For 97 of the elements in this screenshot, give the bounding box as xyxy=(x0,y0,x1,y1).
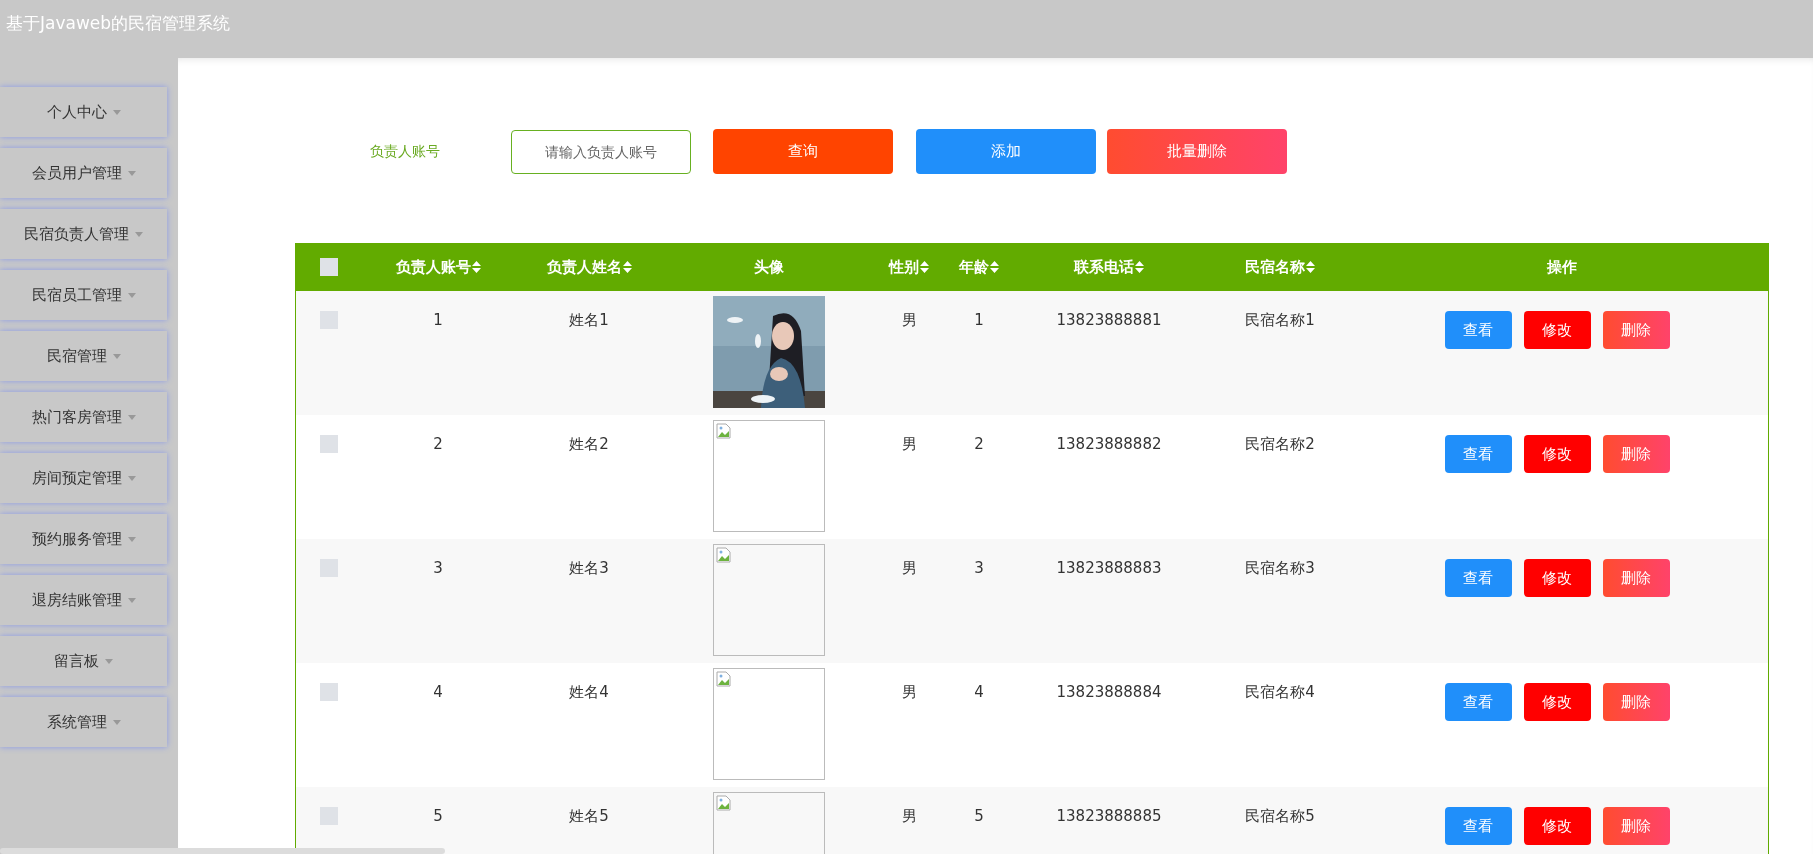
caret-icon xyxy=(127,414,136,420)
table-cell: 5 xyxy=(433,807,443,825)
checkbox[interactable] xyxy=(320,807,338,825)
table-cell: 民宿名称4 xyxy=(1245,683,1315,702)
scrollbar[interactable] xyxy=(0,848,445,854)
table-cell: 民宿名称1 xyxy=(1245,311,1315,330)
column-header[interactable]: 操作 xyxy=(1547,257,1577,277)
sort-icon xyxy=(1306,261,1315,273)
table-cell: 1 xyxy=(433,311,443,329)
table-cell: 男 xyxy=(901,807,917,826)
action-button[interactable]: 修改 xyxy=(1523,807,1591,845)
table-cell: 1 xyxy=(974,311,984,329)
checkbox[interactable] xyxy=(320,683,338,701)
action-button[interactable]: 查看 xyxy=(1444,311,1512,349)
action-button[interactable]: 查看 xyxy=(1444,559,1512,597)
sidebar-item[interactable]: 会员用户管理 xyxy=(0,148,167,198)
table-cell: 13823888882 xyxy=(1056,435,1162,453)
column-header[interactable]: 性别 xyxy=(889,257,929,277)
table-cell: 3 xyxy=(433,559,443,577)
action-button[interactable]: 修改 xyxy=(1523,559,1591,597)
caret-icon xyxy=(127,170,136,176)
table-cell: 男 xyxy=(901,559,917,578)
caret-icon xyxy=(127,292,136,298)
table-cell: 民宿名称3 xyxy=(1245,559,1315,578)
table-cell: 姓名2 xyxy=(569,435,609,454)
column-header[interactable]: 民宿名称 xyxy=(1245,257,1315,277)
caret-icon xyxy=(112,353,121,359)
table-cell: 5 xyxy=(974,807,984,825)
checkbox[interactable] xyxy=(320,311,338,329)
toolbar-button[interactable]: 查询 xyxy=(713,129,893,174)
action-button[interactable]: 删除 xyxy=(1602,683,1670,721)
sidebar-item[interactable]: 留言板 xyxy=(0,636,167,686)
action-button[interactable]: 查看 xyxy=(1444,807,1512,845)
column-header[interactable]: 年龄 xyxy=(959,257,999,277)
column-header[interactable]: 头像 xyxy=(754,257,784,277)
caret-icon xyxy=(127,536,136,542)
broken-image-icon xyxy=(716,671,732,687)
caret-icon xyxy=(112,719,121,725)
action-button[interactable]: 修改 xyxy=(1523,311,1591,349)
caret-icon xyxy=(112,109,121,115)
action-button[interactable]: 删除 xyxy=(1602,311,1670,349)
table-cell: 4 xyxy=(974,683,984,701)
column-header[interactable]: 联系电话 xyxy=(1074,257,1144,277)
caret-icon xyxy=(127,597,136,603)
table-cell: 男 xyxy=(901,683,917,702)
table-cell: 男 xyxy=(901,311,917,330)
sort-icon xyxy=(471,261,481,273)
sidebar-item[interactable]: 民宿管理 xyxy=(0,331,167,381)
table-cell: 民宿名称5 xyxy=(1245,807,1315,826)
caret-icon xyxy=(135,231,143,237)
checkbox[interactable] xyxy=(320,435,338,453)
sort-icon xyxy=(1135,261,1144,273)
column-header[interactable]: 负责人姓名 xyxy=(546,257,632,277)
broken-image-icon xyxy=(716,547,732,563)
sort-icon xyxy=(990,261,999,273)
table-cell: 3 xyxy=(974,559,984,577)
action-button[interactable]: 修改 xyxy=(1523,683,1591,721)
table-cell: 男 xyxy=(901,435,917,454)
sort-icon xyxy=(622,261,632,273)
table-cell: 13823888884 xyxy=(1056,683,1162,701)
broken-image-icon xyxy=(716,795,732,811)
sidebar-item[interactable]: 民宿负责人管理 xyxy=(0,209,167,259)
action-button[interactable]: 修改 xyxy=(1523,435,1591,473)
sort-icon xyxy=(920,261,929,273)
checkbox[interactable] xyxy=(320,559,338,577)
table-cell: 姓名4 xyxy=(569,683,609,702)
table-cell: 2 xyxy=(974,435,984,453)
action-button[interactable]: 删除 xyxy=(1602,559,1670,597)
sidebar-item[interactable]: 退房结账管理 xyxy=(0,575,167,625)
table-cell: 4 xyxy=(433,683,443,701)
table-cell: 13823888881 xyxy=(1056,311,1162,329)
sidebar-item[interactable]: 预约服务管理 xyxy=(0,514,167,564)
table-cell: 13823888883 xyxy=(1056,559,1162,577)
action-button[interactable]: 查看 xyxy=(1444,435,1512,473)
toolbar-button[interactable]: 添加 xyxy=(916,129,1096,174)
search-field[interactable]: 请输入负责人账号 xyxy=(511,129,691,174)
caret-icon xyxy=(127,475,136,481)
search-label: 负责人账号 xyxy=(370,142,441,161)
sidebar-item[interactable]: 系统管理 xyxy=(0,697,167,747)
sidebar-item[interactable]: 热门客房管理 xyxy=(0,392,167,442)
table-cell: 姓名3 xyxy=(569,559,609,578)
table-cell: 姓名1 xyxy=(569,311,609,330)
action-button[interactable]: 删除 xyxy=(1602,807,1670,845)
table-cell: 民宿名称2 xyxy=(1245,435,1315,454)
toolbar-button[interactable]: 批量删除 xyxy=(1107,129,1287,174)
sidebar-item[interactable]: 民宿员工管理 xyxy=(0,270,167,320)
checkbox[interactable] xyxy=(320,258,338,276)
table-cell: 2 xyxy=(433,435,443,453)
caret-icon xyxy=(105,658,113,664)
sidebar-item[interactable]: 个人中心 xyxy=(0,87,167,137)
action-button[interactable]: 查看 xyxy=(1444,683,1512,721)
broken-image-icon xyxy=(716,423,732,439)
column-header[interactable]: 负责人账号 xyxy=(395,257,481,277)
sidebar-item[interactable]: 房间预定管理 xyxy=(0,453,167,503)
table-cell: 13823888885 xyxy=(1056,807,1162,825)
table-cell: 姓名5 xyxy=(569,807,609,826)
action-button[interactable]: 删除 xyxy=(1602,435,1670,473)
